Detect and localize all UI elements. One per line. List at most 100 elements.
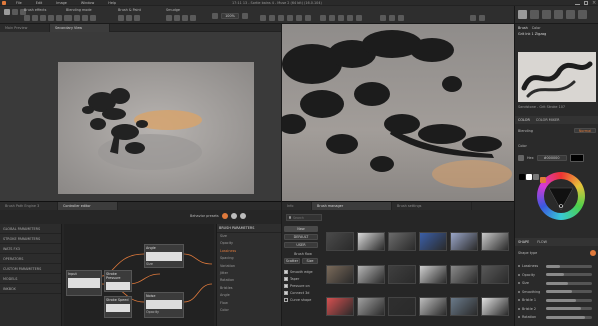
share-icon[interactable] xyxy=(389,15,395,21)
brush-tile[interactable] xyxy=(388,232,416,251)
tab-color[interactable]: COLOR xyxy=(518,118,530,122)
checkbox-row[interactable]: Curve shape xyxy=(284,296,322,303)
select-tool-icon[interactable] xyxy=(12,9,18,15)
maximize-icon[interactable] xyxy=(584,1,588,5)
wet-paint-icon[interactable] xyxy=(126,15,132,21)
rotate-view-icon[interactable] xyxy=(260,15,266,21)
brush-tile[interactable] xyxy=(450,264,478,284)
brush-grid[interactable] xyxy=(326,232,512,326)
tab-main-preview[interactable]: Main Preview xyxy=(0,23,50,32)
brush-tile[interactable] xyxy=(357,264,385,284)
checkbox-row[interactable]: Taper xyxy=(284,275,322,282)
symmetry-icon[interactable] xyxy=(305,15,311,21)
property-slider[interactable] xyxy=(546,273,592,277)
blending-dropdown[interactable]: Normal xyxy=(574,128,596,133)
liquify-icon[interactable] xyxy=(182,15,188,21)
checkbox-row[interactable]: Smooth edge xyxy=(284,268,322,275)
dock-pencil-icon[interactable] xyxy=(530,10,539,19)
brush-param-item[interactable]: Size xyxy=(217,233,281,240)
brush-param-item[interactable]: Jitter xyxy=(217,270,281,277)
brush-param-item[interactable]: Variation xyxy=(217,263,281,270)
brush-tile[interactable] xyxy=(388,264,416,284)
brush-tile[interactable] xyxy=(419,232,447,251)
brush-tile[interactable] xyxy=(326,297,354,317)
tab-shape[interactable]: SHAPE xyxy=(518,240,529,244)
default-brushes-button[interactable]: DEFAULT xyxy=(284,234,318,240)
shape-toggle-icon[interactable] xyxy=(590,250,596,256)
brush-param-item[interactable]: Spacing xyxy=(217,255,281,262)
brush-param-item[interactable]: Opacity xyxy=(217,240,281,247)
swatch-black[interactable] xyxy=(519,174,525,180)
dock-tab-color[interactable]: Color xyxy=(532,26,541,30)
tab-info[interactable]: Info xyxy=(282,202,312,210)
node-angle[interactable]: Angle Size xyxy=(144,244,184,268)
smudge-icon[interactable] xyxy=(40,15,46,21)
minimize-icon[interactable] xyxy=(575,3,580,5)
dock-ink-icon[interactable] xyxy=(542,10,551,19)
dock-brush-icon[interactable] xyxy=(518,10,527,19)
export-icon[interactable] xyxy=(380,15,386,21)
warp-icon[interactable] xyxy=(190,15,196,21)
checkbox[interactable] xyxy=(284,276,288,281)
zoom-field[interactable]: 100% xyxy=(221,13,239,19)
brush-param-item[interactable]: Rotation xyxy=(217,277,281,284)
mode-multiply-icon[interactable] xyxy=(74,15,80,21)
mode-screen-icon[interactable] xyxy=(82,15,88,21)
brush-param-item[interactable]: Angle xyxy=(217,292,281,299)
primary-color-swatch[interactable] xyxy=(569,154,584,162)
brush-tile[interactable] xyxy=(326,232,354,251)
brush-tile[interactable] xyxy=(481,264,509,284)
guides-icon[interactable] xyxy=(296,15,302,21)
preferences-icon[interactable] xyxy=(479,15,485,21)
node-stroke-speed[interactable]: Stroke Speed xyxy=(104,296,132,318)
category-item[interactable]: STROKE PARAMETERS xyxy=(0,234,61,244)
menu-edit[interactable]: Edit xyxy=(36,1,43,5)
dock-more-icon[interactable] xyxy=(578,10,587,19)
category-item[interactable]: CUSTOM PARAMETERS xyxy=(0,264,61,274)
mode-normal-icon[interactable] xyxy=(66,15,72,21)
brush-tile[interactable] xyxy=(357,297,385,317)
menu-image[interactable]: Image xyxy=(56,1,67,5)
brush-tile[interactable] xyxy=(481,232,509,251)
eyedropper-icon[interactable] xyxy=(518,155,524,161)
swatch-white[interactable] xyxy=(526,174,533,180)
close-icon[interactable]: × xyxy=(592,1,596,6)
workspace-icon[interactable] xyxy=(470,15,476,21)
checkbox[interactable] xyxy=(284,297,288,302)
brush-icon[interactable] xyxy=(24,15,30,21)
zoom-out-icon[interactable] xyxy=(212,13,218,19)
mode-overlay-icon[interactable] xyxy=(90,15,96,21)
brush-tile[interactable] xyxy=(450,232,478,251)
node-input[interactable]: Input xyxy=(66,270,102,296)
property-slider[interactable] xyxy=(546,298,592,302)
checkbox-row[interactable]: Pressure on xyxy=(284,282,322,289)
tab-flow[interactable]: FLOW xyxy=(537,240,547,244)
dry-paint-icon[interactable] xyxy=(134,15,140,21)
property-slider[interactable] xyxy=(546,264,592,268)
menu-file[interactable]: File xyxy=(16,1,22,5)
checkbox[interactable] xyxy=(284,283,288,288)
search-input[interactable] xyxy=(293,215,321,220)
layers-icon[interactable] xyxy=(320,15,326,21)
property-slider[interactable] xyxy=(546,315,592,319)
node-stroke-pressure[interactable]: Stroke Pressure xyxy=(104,270,132,292)
checkbox[interactable] xyxy=(284,269,288,274)
tab-color-mixer[interactable]: COLOR MIXER xyxy=(536,118,560,122)
dock-tab-brush[interactable]: Brush xyxy=(518,26,528,30)
tab-brush-manager[interactable]: Brush manager xyxy=(312,202,392,210)
property-slider[interactable] xyxy=(546,290,592,294)
node-graph[interactable]: Input Stroke Pressure Angle Size Noise O… xyxy=(64,224,214,326)
clone-icon[interactable] xyxy=(56,15,62,21)
hex-input[interactable]: #000000 xyxy=(536,155,567,161)
brush-param-item[interactable]: Color xyxy=(217,307,281,314)
dock-marker-icon[interactable] xyxy=(554,10,563,19)
tab-secondary-view[interactable]: Secondary View xyxy=(50,23,110,32)
category-item[interactable]: INKBOX xyxy=(0,284,61,294)
paint-icon[interactable] xyxy=(118,15,124,21)
category-item[interactable]: WATS FX3 xyxy=(0,244,61,254)
brush-tile[interactable] xyxy=(419,264,447,284)
brush-tile[interactable] xyxy=(419,297,447,317)
menu-window[interactable]: Window xyxy=(81,1,94,5)
eraser-icon[interactable] xyxy=(32,15,38,21)
fit-view-icon[interactable] xyxy=(278,15,284,21)
